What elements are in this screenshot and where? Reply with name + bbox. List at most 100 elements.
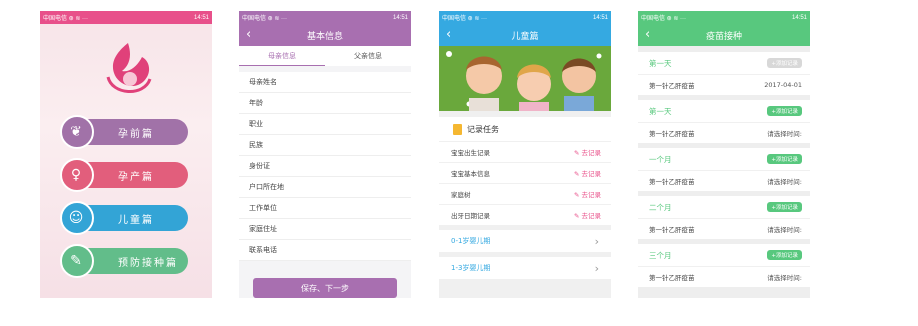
task-row: 家庭树 ✎ 去记录 — [439, 183, 611, 204]
go-record-label: 去记录 — [581, 149, 602, 157]
form-field-row[interactable]: 母亲姓名 — [239, 72, 411, 93]
vaccine-name: 第一针乙肝疫苗 — [649, 274, 695, 282]
child-screen: 中国电信 ⊛ ≋ ··· 14:51 ‹ 儿童篇 记录任务 宝宝出生记录 ✎ 去记… — [439, 11, 611, 298]
task-label: 宝宝出生记录 — [451, 149, 490, 157]
vaccine-row[interactable]: 第一针乙肝疫苗 请选择时间: — [638, 123, 810, 143]
vaccine-date: 请选择时间: — [767, 226, 802, 234]
page-title: 儿童篇 — [511, 31, 539, 42]
vaccine-group: 三个月 +添加记录第一针乙肝疫苗 请选择时间: — [638, 244, 810, 287]
chevron-right-icon: › — [594, 234, 599, 248]
age-stage-row[interactable]: 0-1岁婴儿期 › — [439, 230, 611, 252]
add-record-button[interactable]: +添加记录 — [767, 250, 802, 260]
menu-button-0[interactable]: ❦ 孕前篇 — [60, 115, 188, 149]
status-time: 14:51 — [193, 14, 209, 21]
mother-baby-logo — [106, 43, 152, 93]
record-tasks-header: 记录任务 — [439, 117, 611, 141]
task-label: 家庭树 — [451, 191, 471, 199]
form-field-row[interactable]: 身份证 — [239, 156, 411, 177]
age-stage-row[interactable]: 1-3岁婴儿期 › — [439, 257, 611, 279]
status-bar: 中国电信 ⊛ ≋ ··· 14:51 — [239, 11, 411, 24]
vaccine-group: 第一天 +添加记录第一针乙肝疫苗 2017-04-01 — [638, 52, 810, 95]
vaccine-row[interactable]: 第一针乙肝疫苗 请选择时间: — [638, 267, 810, 287]
form-field-row[interactable]: 户口所在地 — [239, 177, 411, 198]
form-field-label: 户口所在地 — [249, 183, 284, 191]
flower-icon: ❦ — [60, 115, 94, 149]
go-record-link[interactable]: ✎ 去记录 — [574, 147, 601, 157]
form-field-row[interactable]: 民族 — [239, 135, 411, 156]
back-arrow-icon[interactable]: ‹ — [246, 27, 251, 42]
syringe-icon: ✎ — [60, 244, 94, 278]
tab-mother-info[interactable]: 母亲信息 — [239, 46, 325, 66]
chevron-right-icon: › — [594, 261, 599, 275]
vaccine-row[interactable]: 第一针乙肝疫苗 2017-04-01 — [638, 75, 810, 95]
pencil-icon: ✎ — [573, 170, 582, 178]
menu-button-2[interactable]: ☺ 儿童篇 — [60, 201, 188, 235]
add-record-button[interactable]: +添加记录 — [767, 58, 802, 68]
pregnant-icon: ♀ — [60, 158, 94, 192]
add-record-button[interactable]: +添加记录 — [767, 202, 802, 212]
vaccine-group-header: 二个月 +添加记录 — [638, 196, 810, 219]
vaccine-group-header: 第一天 +添加记录 — [638, 100, 810, 123]
tab-father-info[interactable]: 父亲信息 — [325, 46, 411, 66]
vaccine-period: 二个月 — [649, 202, 672, 212]
form-field-row[interactable]: 工作单位 — [239, 198, 411, 219]
form-field-label: 母亲姓名 — [249, 78, 277, 86]
go-record-link[interactable]: ✎ 去记录 — [574, 210, 601, 220]
clipboard-icon — [453, 123, 462, 135]
status-time: 14:51 — [791, 14, 807, 21]
carrier-label: 中国电信 ⊛ ≋ ··· — [242, 16, 288, 22]
go-record-link[interactable]: ✎ 去记录 — [574, 189, 601, 199]
add-record-button[interactable]: +添加记录 — [767, 154, 802, 164]
menu-button-label: 儿童篇 — [118, 214, 154, 226]
pencil-icon: ✎ — [573, 191, 582, 199]
vaccination-screen: 中国电信 ⊛ ≋ ··· 14:51 ‹ 疫苗接种 第一天 +添加记录 第一针乙肝疫… — [638, 11, 810, 298]
status-time: 14:51 — [592, 14, 608, 21]
nav-bar: ‹ 疫苗接种 — [638, 24, 810, 46]
vaccine-name: 第一针乙肝疫苗 — [649, 130, 695, 138]
page-title: 疫苗接种 — [705, 31, 742, 42]
form-field-row[interactable]: 联系电话 — [239, 240, 411, 261]
vaccine-row[interactable]: 第一针乙肝疫苗 请选择时间: — [638, 171, 810, 191]
status-bar: 中国电信 ⊛ ≋ ··· 14:51 — [40, 11, 212, 24]
form-field-row[interactable]: 职业 — [239, 114, 411, 135]
status-bar: 中国电信 ⊛ ≋ ··· 14:51 — [439, 11, 611, 24]
task-label: 宝宝基本信息 — [451, 170, 490, 178]
page-title: 基本信息 — [306, 31, 343, 42]
age-stage-label: 1-3岁婴儿期 — [451, 264, 491, 272]
vaccine-period: 第一天 — [649, 58, 672, 68]
menu-button-label: 孕产篇 — [118, 171, 154, 183]
menu-button-3[interactable]: ✎ 预防接种篇 — [60, 244, 188, 278]
vaccine-group-header: 第一天 +添加记录 — [638, 52, 810, 75]
vaccine-group: 二个月 +添加记录第一针乙肝疫苗 请选择时间: — [638, 196, 810, 239]
vaccine-period: 三个月 — [649, 250, 672, 260]
vaccine-name: 第一针乙肝疫苗 — [649, 82, 695, 90]
vaccine-row[interactable]: 第一针乙肝疫苗 请选择时间: — [638, 219, 810, 239]
back-arrow-icon[interactable]: ‹ — [446, 27, 451, 42]
pencil-icon: ✎ — [573, 149, 582, 157]
vaccine-date: 请选择时间: — [767, 274, 802, 282]
menu-button-label: 孕前篇 — [118, 128, 154, 140]
children-photo-banner — [439, 46, 611, 111]
form-field-label: 身份证 — [249, 162, 270, 170]
vaccine-group: 第一天 +添加记录 第一针乙肝疫苗 请选择时间: — [638, 100, 810, 143]
record-tasks-title: 记录任务 — [467, 124, 499, 134]
age-stage-label: 0-1岁婴儿期 — [451, 237, 491, 245]
form-field-row[interactable]: 家庭住址 — [239, 219, 411, 240]
vaccine-name: 第一针乙肝疫苗 — [649, 178, 695, 186]
vaccine-group-header: 一个月 +添加记录 — [638, 148, 810, 171]
save-next-button[interactable]: 保存、下一步 — [253, 278, 397, 298]
vaccine-name: 第一针乙肝疫苗 — [649, 226, 695, 234]
add-record-button[interactable]: +添加记录 — [767, 106, 802, 116]
task-row: 宝宝出生记录 ✎ 去记录 — [439, 141, 611, 162]
menu-button-1[interactable]: ♀ 孕产篇 — [60, 158, 188, 192]
vaccine-date: 2017-04-01 — [764, 81, 802, 89]
baby-face-icon: ☺ — [60, 201, 94, 235]
back-arrow-icon[interactable]: ‹ — [645, 27, 650, 42]
nav-bar: ‹ 儿童篇 — [439, 24, 611, 46]
vaccine-group-header: 三个月 +添加记录 — [638, 244, 810, 267]
form-field-row[interactable]: 年龄 — [239, 93, 411, 114]
form-field-label: 联系电话 — [249, 246, 277, 254]
status-bar: 中国电信 ⊛ ≋ ··· 14:51 — [638, 11, 810, 24]
go-record-link[interactable]: ✎ 去记录 — [574, 168, 601, 178]
task-label: 出牙日期记录 — [451, 212, 490, 220]
